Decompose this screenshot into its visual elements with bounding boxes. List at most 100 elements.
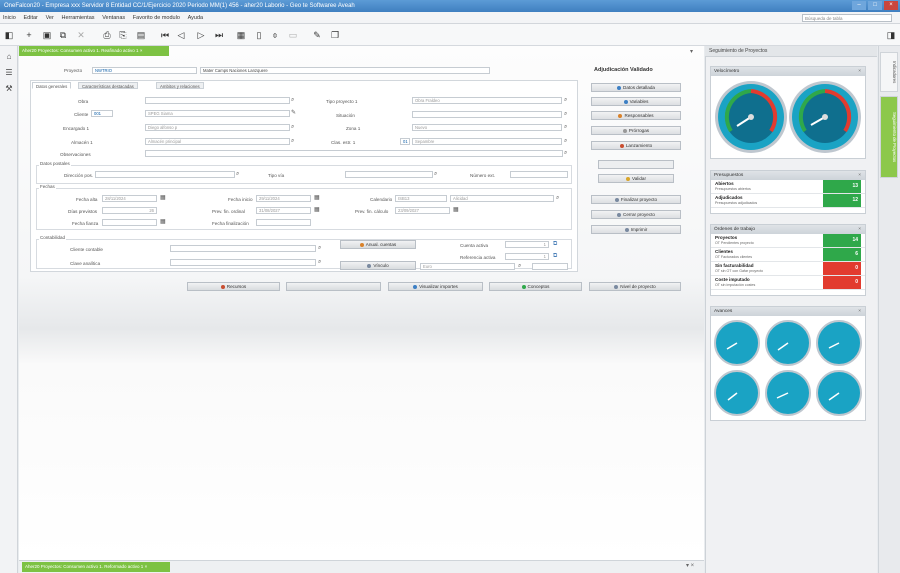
search-icon[interactable]: ⌕ xyxy=(564,138,567,145)
finalizar-proyecto-button[interactable]: Finalizar proyecto xyxy=(591,195,681,204)
prev-fin-ordinal-field[interactable]: 31/08/2027 xyxy=(256,207,311,214)
observaciones-field[interactable] xyxy=(145,150,563,157)
clas-estr-code-field[interactable]: 01 xyxy=(400,138,410,145)
search-icon[interactable]: ⌕ xyxy=(236,171,239,178)
obra-field[interactable] xyxy=(145,97,290,104)
numero-field[interactable] xyxy=(510,171,568,178)
referencia-activa-field[interactable]: 1 xyxy=(505,253,549,260)
imprimir-button[interactable]: Imprimir xyxy=(591,225,681,234)
menu-favorito[interactable]: Favorito de modulo xyxy=(130,12,183,24)
minimize-icon[interactable]: – xyxy=(852,1,866,10)
search-icon[interactable]: ⌕ xyxy=(434,171,437,178)
kpi-row[interactable]: Proyectos OT Pendientes proyecto 14 xyxy=(711,234,865,248)
close-icon[interactable]: × xyxy=(858,67,861,76)
cuenta-activa-field[interactable]: 1 xyxy=(505,241,549,248)
menu-editar[interactable]: Editar xyxy=(21,12,41,24)
previous-record-icon[interactable]: ◁ xyxy=(176,30,186,40)
clave-analitica-field[interactable] xyxy=(170,259,316,266)
close-icon[interactable]: × xyxy=(884,1,898,10)
first-record-icon[interactable]: ⏮ xyxy=(160,30,170,40)
menu-ayuda[interactable]: Ayuda xyxy=(185,12,207,24)
kpi-row[interactable]: Adjudicados Presupuestos adjudicados 12 xyxy=(711,194,865,208)
copy-icon[interactable]: ⧉ xyxy=(553,253,557,260)
search-icon[interactable]: ⌕ xyxy=(564,150,567,157)
calendar-icon[interactable]: ▦ xyxy=(160,195,166,202)
search-icon[interactable]: ⌕ xyxy=(318,245,321,252)
kpi-row[interactable]: Sin facturabilidad OT sin OT con Gafar pr… xyxy=(711,262,865,276)
proyecto-name-field[interactable]: Mater Camps Naciones Lanzquere xyxy=(200,67,490,74)
maximize-icon[interactable]: □ xyxy=(868,1,882,10)
last-record-icon[interactable]: ⏭ xyxy=(214,30,224,40)
tab-caracteristicas[interactable]: Características destacadas xyxy=(78,82,138,89)
almacen-field[interactable]: Almacén principal xyxy=(145,138,290,145)
search-input[interactable]: Búsqueda de tabla xyxy=(802,14,892,22)
copy-icon[interactable]: ⧉ xyxy=(58,30,68,40)
search-icon[interactable]: ⌕ xyxy=(291,138,294,145)
list-icon[interactable]: ☰ xyxy=(4,68,14,78)
copy-icon[interactable]: ⧉ xyxy=(553,241,557,248)
conceptos-button[interactable]: Conceptos xyxy=(489,282,582,291)
dias-previstos-field[interactable]: 26 xyxy=(102,207,157,214)
fecha-finalizacion-field[interactable] xyxy=(256,219,311,226)
encargado-field[interactable]: Diego alfonso p xyxy=(145,124,290,131)
next-record-icon[interactable]: ▷ xyxy=(196,30,206,40)
search-icon[interactable]: ⌕ xyxy=(291,97,294,104)
tab-datos-generales[interactable]: Datos generales xyxy=(32,82,72,89)
add-icon[interactable]: + xyxy=(24,30,34,40)
proyecto-code-field[interactable]: NWTRIO xyxy=(92,67,197,74)
close-icon[interactable]: × xyxy=(858,225,861,234)
euro-extra-field[interactable] xyxy=(532,263,568,270)
pin-icon[interactable]: ▾ xyxy=(690,48,693,55)
print-icon[interactable]: ⎙ xyxy=(102,30,112,40)
tab-indicadores[interactable]: Indicadores xyxy=(880,52,898,92)
document-tab[interactable]: Aher20 Proyectos: Consumen activo 1. Rea… xyxy=(19,46,169,56)
close-icon[interactable]: × xyxy=(858,307,861,316)
cliente-field[interactable]: SPEG Siama xyxy=(145,110,290,117)
cerrar-proyecto-button[interactable]: Cerrar proyecto xyxy=(591,210,681,219)
disabled-action-button[interactable] xyxy=(598,160,674,169)
euro-field[interactable]: Euro xyxy=(420,263,515,270)
menu-ver[interactable]: Ver xyxy=(43,12,57,24)
calendar-icon[interactable]: ▦ xyxy=(314,195,320,202)
datos-detallada-button[interactable]: Datos detallada xyxy=(591,83,681,92)
search-icon[interactable]: ⌕ xyxy=(564,124,567,131)
attach-icon[interactable]: ⌽ xyxy=(270,30,280,40)
export-icon[interactable]: ▤ xyxy=(136,30,146,40)
home-icon[interactable]: ⌂ xyxy=(4,52,14,62)
search-icon[interactable]: ⌕ xyxy=(564,111,567,118)
nivel-proyecto-button[interactable]: Nivel de proyecto xyxy=(589,282,681,291)
calendario-field[interactable]: ISB13 xyxy=(395,195,447,202)
filter-icon[interactable]: ▦ xyxy=(236,30,246,40)
layers-icon[interactable]: ❐ xyxy=(330,30,340,40)
cliente-contable-field[interactable] xyxy=(170,245,316,252)
tipo-via-field[interactable] xyxy=(345,171,433,178)
bottom-menu-icon[interactable]: ▾ × xyxy=(686,562,694,569)
delete-icon[interactable]: ✕ xyxy=(76,30,86,40)
validar-button[interactable]: Validar xyxy=(598,174,674,183)
responsables-button[interactable]: Responsables xyxy=(591,111,681,120)
direccion-field[interactable] xyxy=(95,171,235,178)
search-icon[interactable]: ⌕ xyxy=(556,195,559,202)
vinculo-button[interactable]: Vínculo xyxy=(340,261,416,270)
search-icon[interactable]: ⌕ xyxy=(518,263,521,270)
close-icon[interactable]: × xyxy=(858,171,861,180)
disabled-bottom-button[interactable] xyxy=(286,282,381,291)
print-preview-icon[interactable]: ⎘ xyxy=(118,30,128,40)
calendar-icon[interactable]: ▦ xyxy=(160,219,166,226)
calendar-icon[interactable]: ▦ xyxy=(453,207,459,214)
calendario-extra-field[interactable]: Alicidad xyxy=(450,195,554,202)
clas-estr-field[interactable]: Sepambre xyxy=(412,138,562,145)
calendar-icon[interactable]: ▦ xyxy=(314,207,320,214)
menu-herramientas[interactable]: Herramientas xyxy=(59,12,98,24)
notes-icon[interactable]: ▭ xyxy=(288,30,298,40)
fecha-fianza-field[interactable] xyxy=(102,219,157,226)
prev-fin-calculo-field[interactable]: 23/09/2027 xyxy=(395,207,450,214)
zona-field[interactable]: Nuevo xyxy=(412,124,562,131)
tools-icon[interactable]: ⚒ xyxy=(4,84,14,94)
fecha-alta-field[interactable]: 28/11/2024 xyxy=(102,195,157,202)
panel-toggle-icon[interactable]: ◧ xyxy=(4,30,14,40)
recursos-button[interactable]: Recursos xyxy=(187,282,280,291)
variables-button[interactable]: Variables xyxy=(591,97,681,106)
edit-icon[interactable]: ✎ xyxy=(312,30,322,40)
right-panel-toggle-icon[interactable]: ◨ xyxy=(886,30,896,40)
